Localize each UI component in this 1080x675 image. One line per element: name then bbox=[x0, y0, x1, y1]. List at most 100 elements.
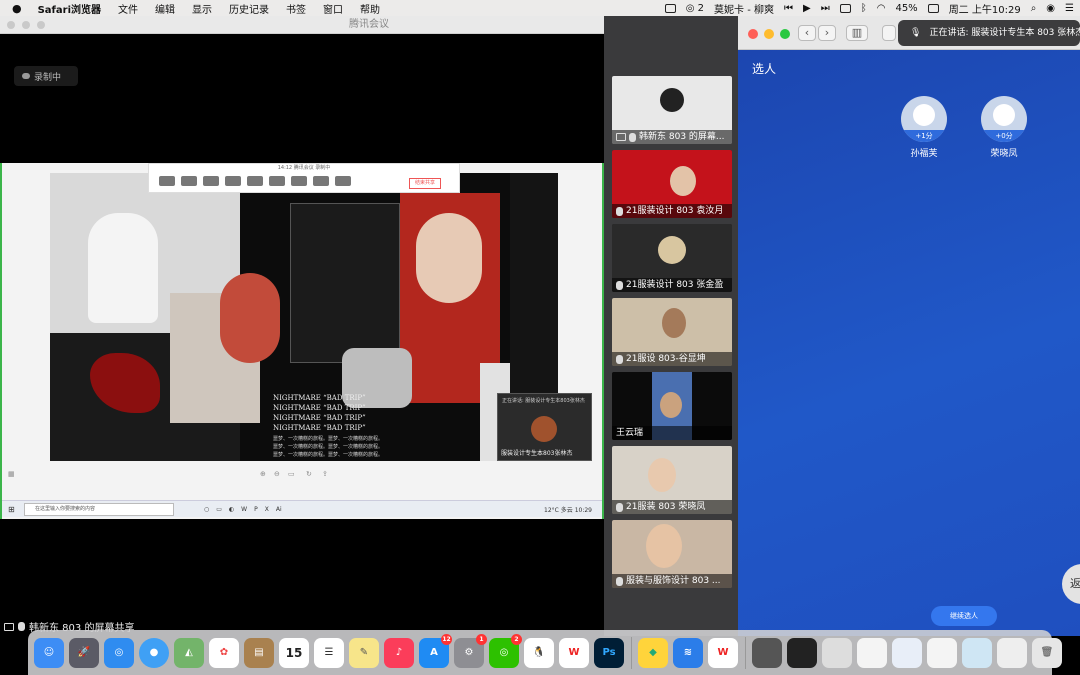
chat-button[interactable] bbox=[225, 176, 241, 186]
windows-start-icon[interactable]: ⊞ bbox=[8, 505, 15, 514]
windows-search-input[interactable]: 在这里输入你要搜索的内容 bbox=[24, 502, 174, 516]
play-icon[interactable]: ▶ bbox=[803, 3, 811, 14]
participants-button[interactable] bbox=[203, 176, 219, 186]
participant-tile-2[interactable]: 21服装设计 803 张金盈 bbox=[612, 224, 732, 292]
contacts-icon[interactable]: ▤ bbox=[244, 637, 274, 668]
recent-window-thumbnail[interactable] bbox=[857, 637, 887, 668]
illustrator-icon[interactable]: Ai bbox=[276, 506, 282, 513]
back-side-tab[interactable]: 返 bbox=[1062, 564, 1080, 604]
menu-file[interactable]: 文件 bbox=[118, 1, 138, 16]
participant-tile-0[interactable]: 韩新东 803 的屏幕... bbox=[612, 76, 732, 144]
menu-help[interactable]: 帮助 bbox=[360, 1, 380, 16]
explorer-icon[interactable]: ▭ bbox=[216, 506, 222, 513]
word-icon[interactable]: W bbox=[241, 506, 247, 513]
participant-tile-1[interactable]: 21服装设计 803 袁汝月 bbox=[612, 150, 732, 218]
wps-icon[interactable]: W bbox=[559, 637, 589, 668]
recent-window-thumbnail[interactable] bbox=[822, 637, 852, 668]
bluetooth-icon[interactable]: ᛒ bbox=[861, 3, 867, 14]
view-mode-icon[interactable]: ▦ bbox=[8, 470, 15, 478]
wifi-icon[interactable]: ◠ bbox=[877, 3, 886, 14]
powerpoint-icon[interactable]: P bbox=[254, 506, 258, 513]
candidate-card[interactable]: +0分 荣晓凤 bbox=[980, 96, 1028, 159]
wechat-icon[interactable]: ◎ 2 bbox=[489, 633, 522, 668]
speaking-notification[interactable]: 🎙 正在讲话: 服装设计专生本 803 张林杰 bbox=[898, 20, 1080, 46]
more-button[interactable] bbox=[247, 176, 263, 186]
address-bar[interactable] bbox=[882, 25, 896, 41]
speaker-float-window[interactable]: 正在讲话: 服装设计专生本803张林杰 服装设计专生本803张林杰 bbox=[497, 393, 592, 461]
minimize-window-button[interactable] bbox=[764, 29, 774, 39]
excel-icon[interactable]: X bbox=[265, 506, 269, 513]
close-window-button[interactable] bbox=[7, 21, 15, 29]
recent-window-thumbnail[interactable] bbox=[997, 637, 1027, 668]
siri-icon[interactable]: ◉ bbox=[1046, 3, 1055, 14]
pause-share-button[interactable] bbox=[291, 176, 307, 186]
reminders-icon[interactable]: ☰ bbox=[314, 637, 344, 668]
fit-icon[interactable]: ▭ bbox=[288, 470, 295, 478]
end-share-button[interactable]: 结束共享 bbox=[409, 178, 441, 189]
recent-window-thumbnail[interactable] bbox=[927, 637, 957, 668]
menu-view[interactable]: 显示 bbox=[192, 1, 212, 16]
music-icon[interactable]: ♪ bbox=[384, 637, 414, 668]
participant-tile-6[interactable]: 服装与服饰设计 803 ... bbox=[612, 520, 732, 588]
annotate-button[interactable] bbox=[313, 176, 329, 186]
close-window-button[interactable] bbox=[748, 29, 758, 39]
forward-button[interactable]: › bbox=[818, 25, 836, 41]
participant-tile-5[interactable]: 21服装 803 荣晓凤 bbox=[612, 446, 732, 514]
menu-app-name[interactable]: Safari浏览器 bbox=[38, 1, 101, 16]
wps-office-icon[interactable]: W bbox=[708, 637, 738, 668]
spotlight-search-icon[interactable]: ⌕ bbox=[1031, 3, 1037, 14]
photoshop-icon[interactable]: Ps bbox=[594, 637, 624, 668]
zoom-in-icon[interactable]: ⊕ bbox=[260, 470, 266, 478]
trash-icon[interactable]: 🗑 bbox=[1032, 637, 1062, 668]
continue-pick-button[interactable]: 继续选人 bbox=[931, 606, 997, 626]
zoom-out-icon[interactable]: ⊖ bbox=[274, 470, 280, 478]
messages-icon[interactable]: ● bbox=[139, 637, 169, 668]
wechat-status-icon[interactable]: ◎ 2 bbox=[686, 3, 704, 14]
participant-tile-3[interactable]: 21服设 803-谷显坤 bbox=[612, 298, 732, 366]
task-view-icon[interactable]: ○ bbox=[204, 506, 209, 513]
recent-window-thumbnail[interactable] bbox=[752, 637, 782, 668]
mute-button[interactable] bbox=[159, 176, 175, 186]
qq-icon[interactable]: 🐧 bbox=[524, 637, 554, 668]
control-center-icon[interactable]: ☰ bbox=[1065, 3, 1074, 14]
back-button[interactable]: ‹ bbox=[798, 25, 816, 41]
app-store-icon[interactable]: A 12 bbox=[419, 633, 452, 668]
calendar-icon[interactable]: 15 bbox=[279, 637, 309, 668]
system-preferences-icon[interactable]: ⚙ 1 bbox=[454, 633, 487, 668]
previous-track-icon[interactable]: ⏮ bbox=[784, 3, 793, 14]
now-playing-text[interactable]: 莫妮卡 - 柳爽 bbox=[714, 1, 774, 16]
tencent-meeting-icon[interactable]: ◆ bbox=[638, 637, 668, 668]
share-icon[interactable]: ⇪ bbox=[322, 470, 328, 478]
sidebar-toggle-button[interactable]: ▥ bbox=[846, 25, 868, 41]
safari-icon[interactable]: ◎ bbox=[104, 637, 134, 668]
zoom-window-button[interactable] bbox=[780, 29, 790, 39]
zoom-window-button[interactable] bbox=[37, 21, 45, 29]
recent-window-thumbnail[interactable] bbox=[892, 637, 922, 668]
menu-history[interactable]: 历史记录 bbox=[229, 1, 269, 16]
recent-window-thumbnail[interactable] bbox=[787, 637, 817, 668]
next-track-icon[interactable]: ⏭ bbox=[821, 3, 830, 14]
notes-icon[interactable]: ✎ bbox=[349, 637, 379, 668]
lark-icon[interactable]: ≋ bbox=[673, 637, 703, 668]
new-share-button[interactable] bbox=[269, 176, 285, 186]
recent-window-thumbnail[interactable] bbox=[962, 637, 992, 668]
rotate-icon[interactable]: ↻ bbox=[306, 470, 312, 478]
candidate-card[interactable]: +1分 孙福芙 bbox=[900, 96, 948, 159]
apple-menu-icon[interactable]: ● bbox=[12, 2, 22, 15]
record-button[interactable] bbox=[335, 176, 351, 186]
participant-tile-4[interactable]: 王云瑞 bbox=[612, 372, 732, 440]
clock-text[interactable]: 周二 上午10:29 bbox=[949, 1, 1021, 16]
recording-badge[interactable]: 录制中 bbox=[14, 66, 78, 86]
photos-icon[interactable]: ✿ bbox=[209, 637, 239, 668]
menu-window[interactable]: 窗口 bbox=[323, 1, 343, 16]
status-app-icon[interactable] bbox=[664, 3, 676, 13]
maps-icon[interactable]: ◭ bbox=[174, 637, 204, 668]
edge-icon[interactable]: ◐ bbox=[229, 506, 234, 513]
video-button[interactable] bbox=[181, 176, 197, 186]
finder-icon[interactable]: ☺ bbox=[34, 637, 64, 668]
screen-mirror-icon[interactable] bbox=[839, 3, 851, 13]
menu-bookmarks[interactable]: 书签 bbox=[286, 1, 306, 16]
battery-text[interactable]: 45% bbox=[895, 3, 917, 14]
minimize-window-button[interactable] bbox=[22, 21, 30, 29]
launchpad-icon[interactable]: 🚀 bbox=[69, 637, 99, 668]
